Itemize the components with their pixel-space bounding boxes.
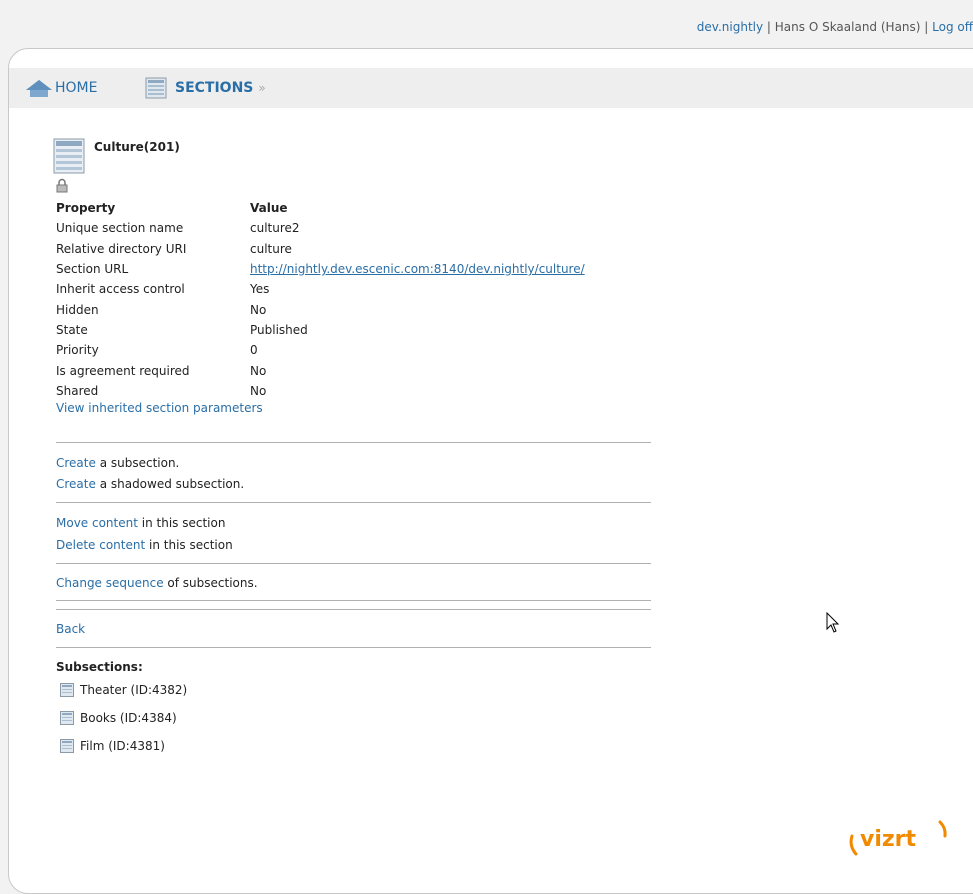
property-header: Property bbox=[56, 201, 116, 216]
property-name: State bbox=[56, 322, 88, 337]
subsections-title: Subsections: bbox=[56, 660, 143, 674]
svg-text:vizrt: vizrt bbox=[860, 827, 917, 852]
property-value: No bbox=[250, 363, 267, 378]
property-name: Shared bbox=[56, 383, 99, 398]
move-content-link[interactable]: Move content bbox=[56, 516, 138, 530]
property-name: Priority bbox=[56, 343, 99, 358]
subsection-label: Theater (ID:4382) bbox=[80, 683, 188, 697]
sections-label: SECTIONS bbox=[175, 80, 254, 96]
change-sequence-line: Change sequence of subsections. bbox=[56, 576, 258, 590]
back-link[interactable]: Back bbox=[56, 622, 85, 636]
property-value: Yes bbox=[250, 282, 270, 297]
property-name: Relative directory URI bbox=[56, 241, 187, 256]
table-row: Priority 0 bbox=[56, 340, 585, 360]
property-name: Unique section name bbox=[56, 221, 184, 236]
table-row: Is agreement required No bbox=[56, 360, 585, 380]
table-row: State Published bbox=[56, 320, 585, 340]
create-shadowed-subsection-link[interactable]: Create bbox=[56, 477, 96, 491]
subsection-icon bbox=[60, 683, 74, 697]
separator: | bbox=[763, 20, 775, 34]
create-subsection-text: a subsection. bbox=[95, 456, 180, 470]
divider bbox=[56, 647, 651, 648]
subsection-item[interactable]: Film (ID:4381) bbox=[60, 739, 165, 753]
subsection-label: Books (ID:4384) bbox=[80, 711, 177, 725]
table-row: Shared No bbox=[56, 381, 585, 401]
property-name: Is agreement required bbox=[56, 363, 190, 378]
divider bbox=[56, 609, 651, 610]
sections-link[interactable]: SECTIONS » bbox=[145, 76, 266, 100]
section-header: Culture(201) bbox=[52, 133, 180, 175]
value-header: Value bbox=[250, 201, 288, 216]
breadcrumb-separator: » bbox=[258, 81, 266, 95]
lock-icon bbox=[56, 178, 68, 193]
nav-bar: HOME SECTIONS » bbox=[9, 68, 973, 108]
delete-content-text: in this section bbox=[145, 538, 233, 552]
delete-content-line: Delete content in this section bbox=[56, 538, 233, 552]
home-link[interactable]: HOME bbox=[25, 78, 97, 98]
subsection-label: Film (ID:4381) bbox=[80, 739, 165, 753]
table-row: Inherit access control Yes bbox=[56, 279, 585, 299]
delete-content-link[interactable]: Delete content bbox=[56, 538, 145, 552]
subsection-icon bbox=[60, 711, 74, 725]
property-value: No bbox=[250, 383, 267, 398]
view-inherited-parameters-link[interactable]: View inherited section parameters bbox=[56, 401, 263, 415]
home-icon bbox=[26, 80, 52, 97]
table-row: Unique section name culture2 bbox=[56, 218, 585, 238]
user-info: dev.nightly | Hans O Skaaland (Hans) | L… bbox=[697, 20, 973, 34]
property-value: No bbox=[250, 302, 267, 317]
divider bbox=[56, 442, 651, 443]
create-shadowed-line: Create a shadowed subsection. bbox=[56, 477, 244, 491]
change-sequence-text: of subsections. bbox=[163, 576, 258, 590]
property-value: 0 bbox=[250, 343, 258, 358]
section-title: Culture(201) bbox=[94, 140, 180, 154]
properties-table: Property Value Unique section name cultu… bbox=[56, 198, 585, 401]
divider bbox=[56, 600, 651, 601]
change-sequence-link[interactable]: Change sequence bbox=[56, 576, 164, 590]
property-value: culture2 bbox=[250, 221, 300, 236]
table-row: Relative directory URI culture bbox=[56, 239, 585, 259]
subsection-item[interactable]: Theater (ID:4382) bbox=[60, 683, 187, 697]
user-name: Hans O Skaaland (Hans) bbox=[774, 20, 921, 34]
top-bar: dev.nightly | Hans O Skaaland (Hans) | L… bbox=[0, 0, 973, 48]
move-content-text: in this section bbox=[137, 516, 226, 530]
separator: | bbox=[920, 20, 933, 34]
subsection-item[interactable]: Books (ID:4384) bbox=[60, 711, 177, 725]
mouse-cursor-icon bbox=[826, 612, 840, 633]
move-content-line: Move content in this section bbox=[56, 516, 225, 530]
property-name: Hidden bbox=[56, 302, 99, 317]
table-header-row: Property Value bbox=[56, 198, 585, 218]
table-row: Section URL http://nightly.dev.escenic.c… bbox=[56, 259, 585, 279]
create-shadowed-text: a shadowed subsection. bbox=[95, 477, 245, 491]
property-name: Inherit access control bbox=[56, 282, 185, 297]
logout-link[interactable]: Log off bbox=[932, 20, 973, 34]
vizrt-logo: vizrt bbox=[849, 820, 947, 856]
property-value: Published bbox=[250, 322, 308, 337]
sections-icon bbox=[145, 77, 167, 99]
create-subsection-link[interactable]: Create bbox=[56, 456, 96, 470]
table-row: Hidden No bbox=[56, 299, 585, 319]
divider bbox=[56, 502, 651, 503]
divider bbox=[56, 563, 651, 564]
property-value: culture bbox=[250, 241, 292, 256]
section-url-link[interactable]: http://nightly.dev.escenic.com:8140/dev.… bbox=[250, 262, 585, 276]
property-value: http://nightly.dev.escenic.com:8140/dev.… bbox=[250, 259, 585, 279]
home-label: HOME bbox=[55, 80, 98, 96]
subsection-icon bbox=[60, 739, 74, 753]
create-subsection-line: Create a subsection. bbox=[56, 456, 179, 470]
publication-link[interactable]: dev.nightly bbox=[697, 20, 763, 34]
property-name: Section URL bbox=[56, 262, 129, 277]
section-icon bbox=[53, 138, 85, 174]
